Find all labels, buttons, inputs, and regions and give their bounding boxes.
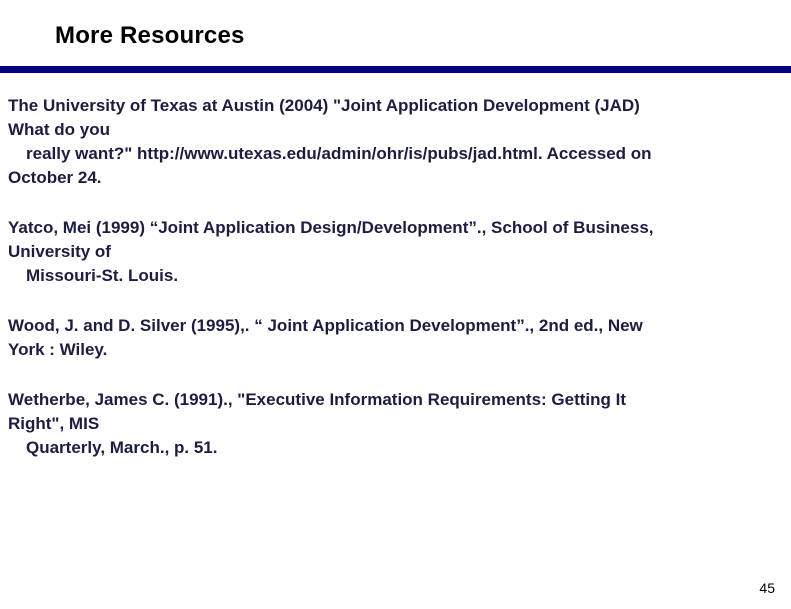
reference-item: Wood, J. and D. Silver (1995),. “ Joint … bbox=[8, 314, 783, 362]
title-divider bbox=[0, 66, 791, 73]
reference-line: Wood, J. and D. Silver (1995),. “ Joint … bbox=[8, 316, 643, 335]
reference-item: Yatco, Mei (1999) “Joint Application Des… bbox=[8, 216, 783, 288]
reference-line: The University of Texas at Austin (2004)… bbox=[8, 96, 640, 115]
reference-line: Yatco, Mei (1999) “Joint Application Des… bbox=[8, 218, 654, 237]
reference-line: Right", MIS bbox=[8, 414, 100, 433]
reference-line: Quarterly, March., p. 51. bbox=[26, 438, 218, 457]
reference-line: York : Wiley. bbox=[8, 340, 108, 359]
slide-title: More Resources bbox=[55, 22, 245, 49]
reference-line: Wetherbe, James C. (1991)., "Executive I… bbox=[8, 390, 627, 409]
reference-item: The University of Texas at Austin (2004)… bbox=[8, 94, 783, 190]
reference-item: Wetherbe, James C. (1991)., "Executive I… bbox=[8, 388, 783, 460]
page-number: 45 bbox=[759, 580, 775, 596]
reference-line: Missouri-St. Louis. bbox=[26, 266, 179, 285]
reference-line: University of bbox=[8, 242, 111, 261]
reference-line: really want?" http://www.utexas.edu/admi… bbox=[26, 144, 652, 163]
reference-line: October 24. bbox=[8, 168, 102, 187]
reference-list: The University of Texas at Austin (2004)… bbox=[8, 94, 783, 486]
reference-line: What do you bbox=[8, 120, 110, 139]
